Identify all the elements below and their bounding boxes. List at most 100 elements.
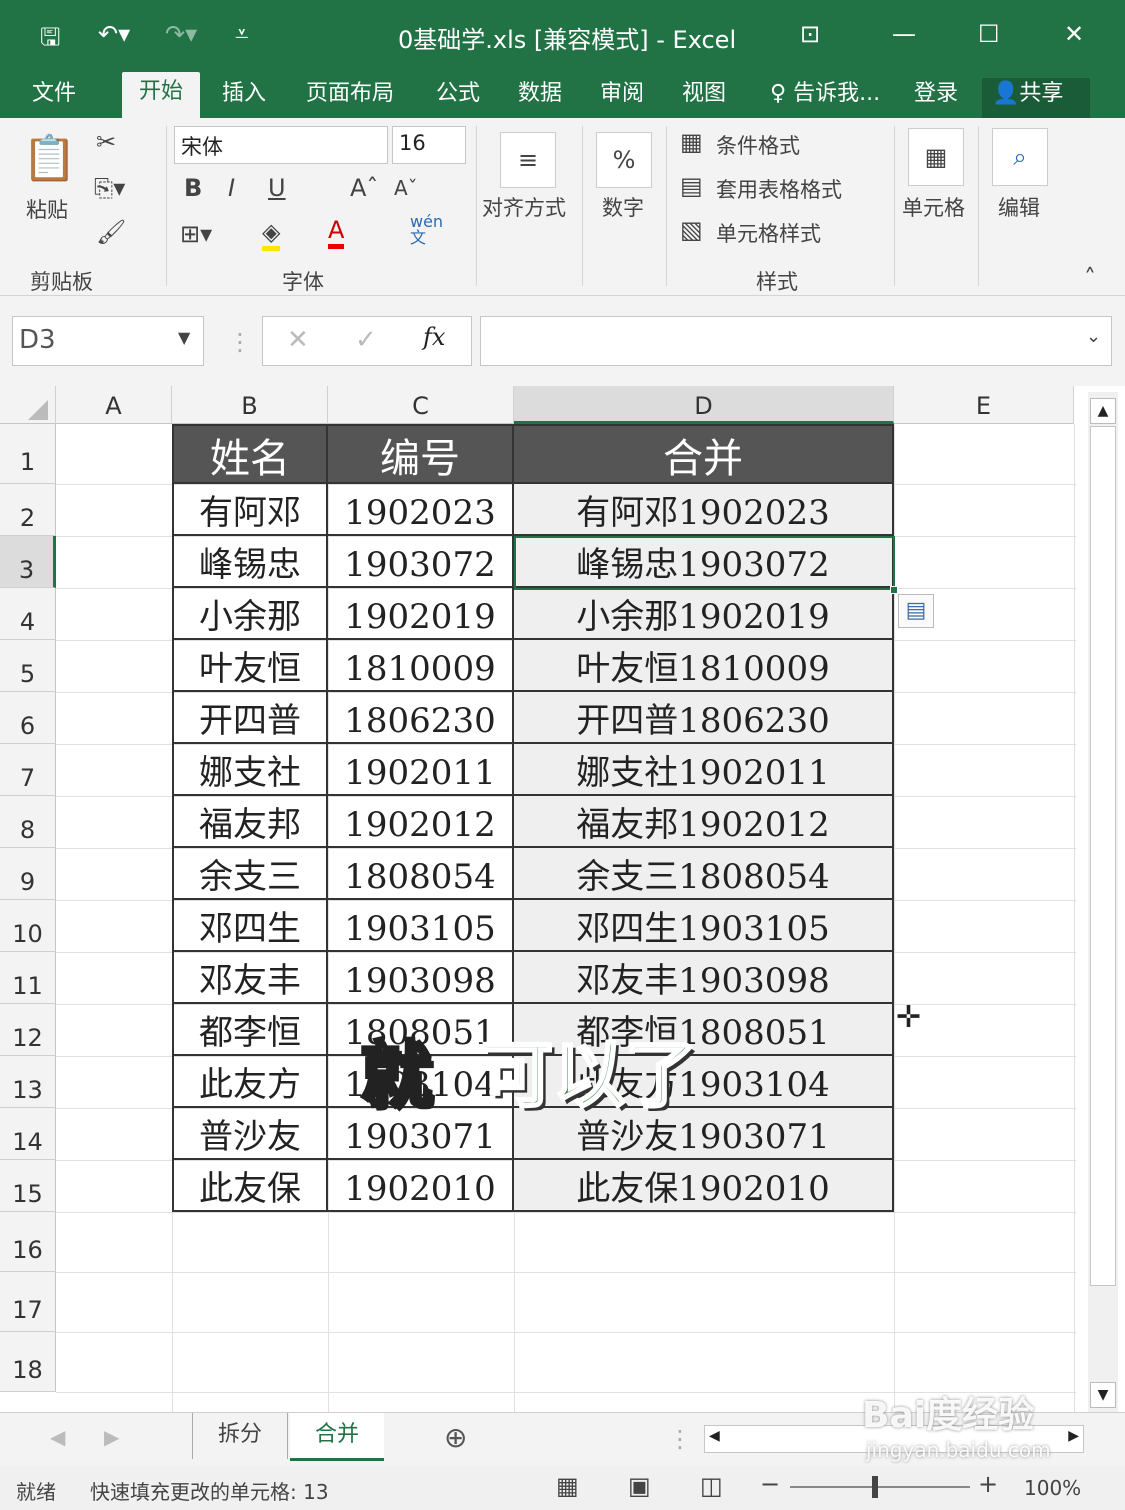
normal-view-icon[interactable]: ▦ (556, 1472, 579, 1500)
cell-style-button[interactable]: 单元格样式 (716, 218, 821, 248)
row-header-6[interactable]: 6 (0, 692, 56, 744)
flash-fill-options-icon[interactable]: ▤ (898, 594, 934, 628)
cell-name[interactable]: 峰锡忠 (172, 536, 328, 588)
cell-merged[interactable]: 邓四生1903105 (514, 900, 894, 952)
tab-review[interactable]: 审阅 (590, 78, 654, 118)
header-cell-id[interactable]: 编号 (328, 424, 514, 484)
tab-view[interactable]: 视图 (672, 78, 736, 118)
scroll-down-icon[interactable]: ▼ (1090, 1382, 1116, 1408)
align-icon[interactable]: ≡ (500, 132, 556, 188)
conditional-format-button[interactable]: 条件格式 (716, 130, 800, 160)
italic-button[interactable]: I (228, 174, 235, 202)
row-header-9[interactable]: 9 (0, 848, 56, 900)
cell-merged[interactable]: 邓友丰1903098 (514, 952, 894, 1004)
redo-icon[interactable]: ↷▾ (165, 20, 197, 48)
scroll-right-icon[interactable]: ▶ (1068, 1428, 1079, 1444)
row-header-18[interactable]: 18 (0, 1332, 56, 1392)
cell-name[interactable]: 都李恒 (172, 1004, 328, 1056)
row-header-13[interactable]: 13 (0, 1056, 56, 1108)
borders-icon[interactable]: ⊞▾ (180, 220, 212, 248)
zoom-slider[interactable] (790, 1486, 970, 1488)
font-name-select[interactable]: 宋体 (174, 126, 388, 164)
decrease-font-icon[interactable]: Aˇ (394, 176, 418, 200)
find-icon[interactable]: ⌕ (992, 128, 1048, 186)
cells-button[interactable]: 单元格 (902, 192, 965, 222)
cell-name[interactable]: 叶友恒 (172, 640, 328, 692)
page-break-view-icon[interactable]: ◫ (700, 1472, 723, 1500)
select-all-corner[interactable] (0, 386, 56, 424)
cancel-icon[interactable]: ✕ (287, 325, 309, 355)
cell-id[interactable]: 1902019 (328, 588, 514, 640)
tell-me-box[interactable]: ♀ 告诉我... (760, 78, 890, 118)
increase-font-icon[interactable]: Aˆ (350, 174, 378, 202)
cut-icon[interactable]: ✂ (96, 128, 116, 156)
cell-merged[interactable]: 余支三1808054 (514, 848, 894, 900)
column-header-e[interactable]: E (894, 386, 1074, 424)
font-color-icon[interactable]: A (328, 216, 345, 249)
editing-button[interactable]: 编辑 (998, 192, 1040, 222)
number-button[interactable]: 数字 (602, 192, 644, 222)
sheet-tab-merge[interactable]: 合并 (290, 1413, 384, 1461)
cell-id[interactable]: 1903072 (328, 536, 514, 588)
insert-function-button[interactable]: fx (423, 323, 445, 351)
fill-color-icon[interactable]: ◈ (262, 218, 281, 251)
column-header-d[interactable]: D (514, 386, 894, 424)
save-icon[interactable]: 🖫 (40, 20, 60, 61)
column-header-c[interactable]: C (328, 386, 514, 424)
cell-name[interactable]: 娜支社 (172, 744, 328, 796)
cell-id[interactable]: 1810009 (328, 640, 514, 692)
row-header-15[interactable]: 15 (0, 1160, 56, 1212)
cell-name[interactable]: 此友方 (172, 1056, 328, 1108)
cell-merged[interactable]: 有阿邓1902023 (514, 484, 894, 536)
percent-icon[interactable]: % (596, 132, 652, 188)
font-size-select[interactable]: 16 (392, 126, 466, 164)
ribbon-display-icon[interactable]: ⊡ (800, 20, 820, 48)
sign-in-link[interactable]: 登录 (904, 78, 968, 118)
tab-home[interactable]: 开始 (122, 72, 200, 118)
tab-data[interactable]: 数据 (508, 78, 572, 118)
clipboard-icon[interactable]: 📋 (22, 132, 77, 184)
cell-id[interactable]: 1902011 (328, 744, 514, 796)
bold-button[interactable]: B (184, 174, 202, 202)
scroll-up-icon[interactable]: ▲ (1090, 398, 1116, 424)
conditional-format-icon[interactable]: ▦ (680, 128, 703, 156)
tab-formulas[interactable]: 公式 (426, 78, 490, 118)
underline-button[interactable]: U (268, 174, 286, 202)
cell-id[interactable]: 1903098 (328, 952, 514, 1004)
enter-icon[interactable]: ✓ (355, 325, 377, 355)
name-box[interactable]: D3 (12, 316, 204, 366)
cell-merged[interactable]: 开四普1806230 (514, 692, 894, 744)
table-format-button[interactable]: 套用表格格式 (716, 174, 842, 204)
alignment-button[interactable]: 对齐方式 (482, 192, 566, 222)
table-format-icon[interactable]: ▤ (680, 172, 703, 200)
customize-qat-icon[interactable]: ⩡ (235, 20, 249, 48)
row-header-12[interactable]: 12 (0, 1004, 56, 1056)
collapse-ribbon-icon[interactable]: ˄ (1084, 264, 1096, 292)
column-header-a[interactable]: A (56, 386, 172, 424)
cell-name[interactable]: 普沙友 (172, 1108, 328, 1160)
row-header-3[interactable]: 3 (0, 536, 56, 588)
scroll-left-icon[interactable]: ◀ (709, 1428, 720, 1444)
tab-page-layout[interactable]: 页面布局 (296, 78, 404, 118)
row-header-14[interactable]: 14 (0, 1108, 56, 1160)
expand-formula-icon[interactable]: ⌄ (1086, 326, 1101, 347)
share-button[interactable]: 👤共享 (982, 78, 1090, 118)
cell-name[interactable]: 邓友丰 (172, 952, 328, 1004)
sheet-tab-split[interactable]: 拆分 (192, 1413, 288, 1459)
cell-name[interactable]: 邓四生 (172, 900, 328, 952)
cell-style-icon[interactable]: ▧ (680, 216, 703, 244)
cell-name[interactable]: 有阿邓 (172, 484, 328, 536)
cell-merged[interactable]: 此友保1902010 (514, 1160, 894, 1212)
header-cell-merged[interactable]: 合并 (514, 424, 894, 484)
vertical-scrollbar[interactable]: ▲ ▼ (1088, 392, 1118, 1412)
prev-sheet-icon[interactable]: ◀ (50, 1425, 65, 1449)
cell-merged[interactable]: 娜支社1902011 (514, 744, 894, 796)
row-header-2[interactable]: 2 (0, 484, 56, 536)
maximize-icon[interactable]: ☐ (978, 20, 1000, 48)
fill-handle[interactable] (890, 586, 898, 594)
cell-id[interactable]: 1903105 (328, 900, 514, 952)
cell-name[interactable]: 开四普 (172, 692, 328, 744)
add-sheet-icon[interactable]: ⊕ (444, 1421, 467, 1454)
cells-icon[interactable]: ▦ (908, 128, 964, 186)
worksheet-grid[interactable]: A B C D E 1 2 3 4 5 6 7 8 9 10 11 12 13 14 15 16 17 18 姓名… (0, 386, 1090, 1412)
